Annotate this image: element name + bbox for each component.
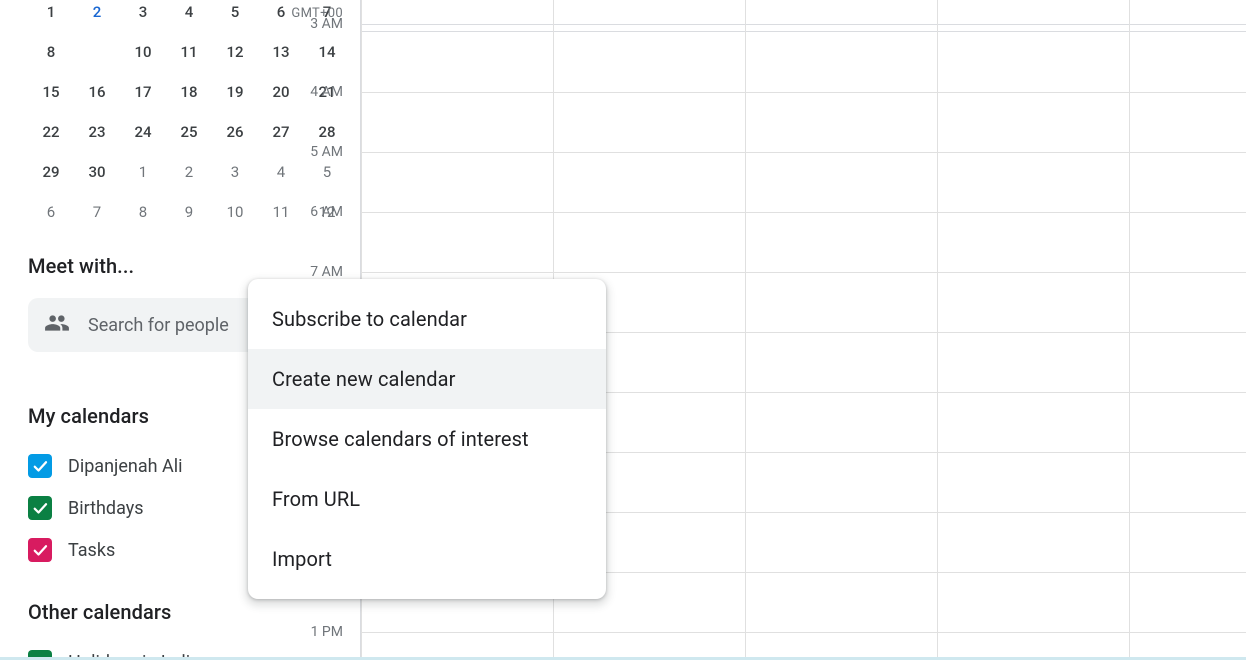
mini-calendar-day[interactable]: 3 bbox=[212, 152, 258, 192]
mini-calendar-day[interactable]: 18 bbox=[166, 72, 212, 112]
mini-calendar-day[interactable]: 9 bbox=[74, 32, 120, 72]
mini-calendar-day[interactable]: 23 bbox=[74, 112, 120, 152]
mini-calendar-day[interactable]: 24 bbox=[120, 112, 166, 152]
hour-label: 1 PM bbox=[311, 624, 343, 640]
mini-calendar-day[interactable]: 15 bbox=[28, 72, 74, 112]
hour-label: 7 AM bbox=[310, 264, 343, 280]
hour-line bbox=[361, 152, 1246, 153]
mini-calendar-day[interactable]: 17 bbox=[120, 72, 166, 112]
day-column-divider bbox=[745, 0, 746, 660]
hour-label: 6 AM bbox=[310, 204, 343, 220]
mini-calendar-day[interactable]: 2 bbox=[166, 152, 212, 192]
mini-calendar-day[interactable]: 29 bbox=[28, 152, 74, 192]
mini-calendar-day[interactable]: 14 bbox=[304, 32, 350, 72]
meet-with-heading: Meet with... bbox=[28, 254, 342, 278]
mini-calendar-day[interactable]: 9 bbox=[166, 192, 212, 232]
context-menu-item[interactable]: Browse calendars of interest bbox=[248, 409, 606, 469]
mini-calendar-day[interactable]: 8 bbox=[28, 32, 74, 72]
mini-calendar-day[interactable]: 4 bbox=[166, 0, 212, 32]
mini-calendar-day[interactable]: 11 bbox=[258, 192, 304, 232]
mini-calendar-day[interactable]: 2 bbox=[74, 0, 120, 32]
context-menu-item[interactable]: From URL bbox=[248, 469, 606, 529]
context-menu-item[interactable]: Create new calendar bbox=[248, 349, 606, 409]
mini-calendar-day[interactable]: 10 bbox=[120, 32, 166, 72]
day-column-divider bbox=[937, 0, 938, 660]
calendar-label: Birthdays bbox=[68, 498, 144, 519]
mini-calendar-day[interactable]: 1 bbox=[28, 0, 74, 32]
hour-line bbox=[361, 92, 1246, 93]
mini-calendar-day[interactable]: 1 bbox=[120, 152, 166, 192]
hour-line bbox=[361, 272, 1246, 273]
mini-calendar-day[interactable]: 3 bbox=[120, 0, 166, 32]
mini-calendar-day[interactable]: 5 bbox=[212, 0, 258, 32]
calendar-checkbox[interactable] bbox=[28, 454, 52, 478]
mini-calendar-day[interactable]: 12 bbox=[212, 32, 258, 72]
hour-line bbox=[361, 212, 1246, 213]
hour-label: 5 AM bbox=[310, 144, 343, 160]
hour-label: 4 AM bbox=[310, 84, 343, 100]
hour-line bbox=[361, 632, 1246, 633]
context-menu-item[interactable]: Import bbox=[248, 529, 606, 589]
mini-calendar-day[interactable]: 22 bbox=[28, 112, 74, 152]
mini-calendar-day[interactable]: 27 bbox=[258, 112, 304, 152]
other-calendars-menu: Subscribe to calendarCreate new calendar… bbox=[248, 279, 606, 599]
mini-calendar-day[interactable]: 10 bbox=[212, 192, 258, 232]
calendar-label: Dipanjenah Ali bbox=[68, 456, 183, 477]
mini-calendar-day[interactable]: 19 bbox=[212, 72, 258, 112]
allday-row bbox=[361, 24, 1246, 32]
calendar-checkbox[interactable] bbox=[28, 496, 52, 520]
calendar-checkbox[interactable] bbox=[28, 538, 52, 562]
mini-calendar-day[interactable]: 16 bbox=[74, 72, 120, 112]
people-icon bbox=[44, 310, 70, 340]
mini-calendar-day[interactable]: 20 bbox=[258, 72, 304, 112]
other-calendars-heading: Other calendars bbox=[28, 600, 342, 624]
hour-label: 3 AM bbox=[310, 16, 343, 32]
mini-calendar-day[interactable]: 11 bbox=[166, 32, 212, 72]
mini-calendar-day[interactable]: 7 bbox=[74, 192, 120, 232]
mini-calendar-day[interactable]: 13 bbox=[258, 32, 304, 72]
mini-calendar-day[interactable]: 6 bbox=[28, 192, 74, 232]
mini-calendar-day[interactable]: 26 bbox=[212, 112, 258, 152]
mini-calendar: 1234567891011121314151617181920212223242… bbox=[28, 0, 342, 232]
day-column-divider bbox=[1129, 0, 1130, 660]
mini-calendar-day[interactable]: 4 bbox=[258, 152, 304, 192]
mini-calendar-day[interactable]: 8 bbox=[120, 192, 166, 232]
calendar-label: Tasks bbox=[68, 540, 115, 561]
mini-calendar-day[interactable]: 25 bbox=[166, 112, 212, 152]
context-menu-item[interactable]: Subscribe to calendar bbox=[248, 289, 606, 349]
mini-calendar-day[interactable]: 30 bbox=[74, 152, 120, 192]
